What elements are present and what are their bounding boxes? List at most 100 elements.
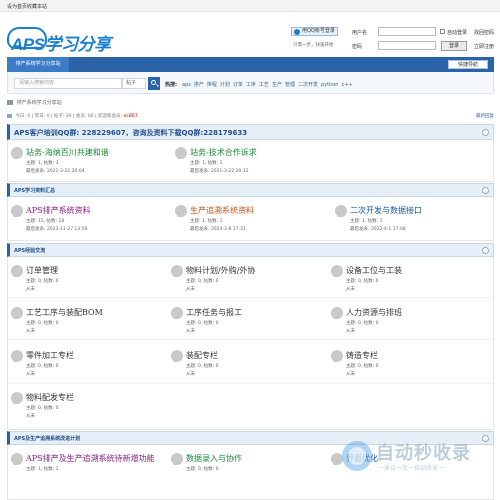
forum-icon <box>175 147 187 159</box>
forum-item[interactable]: 工序任务与报工 主题: 0, 帖数: 0 从未 <box>171 307 331 347</box>
forum-last-post[interactable]: 最后发表: 2021-3-22 20:04 <box>26 168 85 174</box>
hot-word[interactable]: 工序 <box>246 82 256 88</box>
collapse-icon[interactable] <box>482 129 489 136</box>
forum-icon <box>171 265 183 277</box>
forum-icon <box>175 205 187 217</box>
forum-item[interactable]: APS排产及生产追溯系统待新增功能 主题: 1, 帖数: 1 <box>11 453 171 493</box>
forum-item[interactable]: 零件加工专栏 主题: 0, 帖数: 0 从未 <box>11 350 171 390</box>
forum-item[interactable]: 装配专栏 主题: 0, 帖数: 0 从未 <box>171 350 331 390</box>
forum-name[interactable]: 生产追溯系统资料 <box>190 205 254 216</box>
hot-word[interactable]: 订单 <box>233 82 243 88</box>
forum-name[interactable]: 物料配发专栏 <box>26 392 74 403</box>
category-title[interactable]: APS客户培训QQ群: 228229607，咨询及资料下载QQ群:2281796… <box>14 128 247 138</box>
hot-word[interactable]: 管理 <box>285 82 295 88</box>
qq-login-button[interactable]: 用QQ帐号登录 <box>291 27 338 36</box>
forum-last-post[interactable]: 最后发表: 2023-11-27 13:58 <box>26 226 88 232</box>
hot-word[interactable]: 工艺 <box>259 82 269 88</box>
welcome-label: 欢迎新会员: <box>98 114 123 119</box>
forum-name[interactable]: 站务-技术合作诉求 <box>190 147 257 158</box>
hot-word[interactable]: c++ <box>341 82 352 88</box>
forum-last-post[interactable]: 最后发表: 2024-3-8 17:31 <box>190 226 246 232</box>
nav-item-home[interactable]: 排产系统学习分享站 <box>7 57 69 72</box>
hot-search-label: 热搜: <box>165 82 177 88</box>
forum-counts: 主题: 0, 帖数: 0 <box>26 279 59 284</box>
register-link[interactable]: 立即注册 <box>474 43 494 50</box>
forum-last-post: 从未 <box>346 372 355 377</box>
category-title[interactable]: APS经验交流 <box>14 247 45 254</box>
forum-name[interactable]: 物料计划/外购/外协 <box>186 265 255 276</box>
forum-name[interactable]: 人力资源与排班 <box>346 307 402 318</box>
collapse-icon[interactable] <box>482 187 489 194</box>
category-body: APS排产系统资料 主题: 15, 帖数: 18 最后发表: 2023-11-2… <box>7 197 494 241</box>
forum-last-post: 从未 <box>26 287 35 292</box>
forum-last-post[interactable]: 最后发表: 2021-3-22 20:12 <box>190 168 249 174</box>
forum-name[interactable]: 零件加工专栏 <box>26 350 74 361</box>
forum-name[interactable]: 工序任务与报工 <box>186 307 242 318</box>
forum-name[interactable]: 数据录入与协作 <box>186 453 242 464</box>
forum-counts: 主题: 1, 帖数: 1 <box>190 161 223 166</box>
forum-name[interactable]: 订单管理 <box>26 265 58 276</box>
quick-nav-button[interactable]: 快捷导航 <box>448 60 488 69</box>
search-input[interactable]: 请输入搜索内容 <box>14 78 122 89</box>
category-header: APS客户培训QQ群: 228229607，咨询及资料下载QQ群:2281796… <box>7 124 494 140</box>
category-body: 订单管理 主题: 0, 帖数: 0 从未 物料计划/外购/外协 主题: 0, 帖… <box>7 257 494 430</box>
username-input[interactable] <box>378 27 436 36</box>
forum-item[interactable]: 物料计划/外购/外协 主题: 0, 帖数: 0 从未 <box>171 265 331 305</box>
forum-name[interactable]: APS排产系统资料 <box>26 205 91 216</box>
set-home-link[interactable]: 设为首页 <box>7 3 27 10</box>
forum-name[interactable]: 二次开发与数据接口 <box>350 205 422 216</box>
breadcrumb-current[interactable]: 排产系统学习分享站 <box>17 100 62 106</box>
forum-name[interactable]: 铸造专栏 <box>346 350 378 361</box>
forum-item[interactable]: 铸造专栏 主题: 0, 帖数: 0 从未 <box>331 350 491 390</box>
forum-item[interactable]: 工艺工序与装配BOM 主题: 0, 帖数: 0 从未 <box>11 307 171 347</box>
password-input[interactable] <box>378 41 436 50</box>
forum-counts: 主题: 0, 帖数: 0 <box>186 467 219 472</box>
hot-word[interactable]: 生产 <box>272 82 282 88</box>
forum-stats: 今日: 0 | 昨日: 0 | 帖子: 39 | 会员: 66 | 欢迎新会员:… <box>7 113 138 119</box>
latest-reply-link[interactable]: 最新回复 <box>476 113 494 119</box>
forum-name[interactable]: 站务-海纳百川共建和谐 <box>26 147 109 158</box>
forum-item[interactable]: 站务-海纳百川共建和谐 主题: 1, 帖数: 3 最后发表: 2021-3-22… <box>11 147 171 187</box>
forum-item[interactable]: 订单管理 主题: 0, 帖数: 0 从未 <box>11 265 171 305</box>
hot-word[interactable]: 计划 <box>220 82 230 88</box>
forum-last-post: 从未 <box>26 329 35 334</box>
forum-item[interactable]: 站务-技术合作诉求 主题: 1, 帖数: 1 最后发表: 2021-3-22 2… <box>175 147 335 187</box>
forum-item[interactable]: 生产追溯系统资料 主题: 1, 帖数: 1 最后发表: 2024-3-8 17:… <box>175 205 335 245</box>
collapse-icon[interactable] <box>482 247 489 254</box>
forum-item[interactable]: 物料配发专栏 主题: 0, 帖数: 0 从未 <box>11 392 171 432</box>
bookmark-link[interactable]: 收藏本站 <box>27 3 47 10</box>
forum-name[interactable]: APS排产及生产追溯系统待新增功能 <box>26 453 155 464</box>
forum-last-post: 从未 <box>346 287 355 292</box>
forum-item[interactable]: 设备工位与工装 主题: 0, 帖数: 0 从未 <box>331 265 491 305</box>
forum-item[interactable]: 二次开发与数据接口 主题: 1, 帖数: 1 最后发表: 2022-4-1 17… <box>335 205 495 245</box>
forum-counts: 主题: 0, 帖数: 0 <box>26 364 59 369</box>
forum-item[interactable]: 数据录入与协作 主题: 0, 帖数: 0 <box>171 453 331 493</box>
forum-name[interactable]: 设备工位与工装 <box>346 265 402 276</box>
home-icon[interactable] <box>7 100 13 105</box>
hot-word[interactable]: aps <box>182 82 191 88</box>
forum-name[interactable]: 工艺工序与装配BOM <box>26 307 103 318</box>
hot-word[interactable]: 排产 <box>194 82 204 88</box>
search-button[interactable] <box>148 77 160 90</box>
category-title[interactable]: APS学习资料汇总 <box>14 187 55 194</box>
forum-last-post[interactable]: 最后发表: 2022-4-1 17:08 <box>350 226 406 232</box>
auto-login-checkbox[interactable] <box>440 29 445 34</box>
username-label: 用户名 <box>352 30 368 36</box>
hot-search-words: aps 排产 排程 计划 订单 工序 工艺 生产 管理 二次开发 python c++ <box>182 81 356 88</box>
category-title[interactable]: APS及生产追溯系统改进计划 <box>14 435 80 442</box>
logo-text: APS学习分享 <box>11 35 111 54</box>
forum-item[interactable]: APS排产系统资料 主题: 15, 帖数: 18 最后发表: 2023-11-2… <box>11 205 171 245</box>
forum-icon <box>11 350 23 362</box>
login-button[interactable]: 登录 <box>441 41 467 51</box>
hot-word[interactable]: 二次开发 <box>298 82 318 88</box>
forum-item[interactable]: 人力资源与排班 主题: 0, 帖数: 0 从未 <box>331 307 491 347</box>
hot-word[interactable]: python <box>321 82 339 88</box>
find-password-link[interactable]: 找回密码 <box>474 29 494 36</box>
forum-name[interactable]: 装配专栏 <box>186 350 218 361</box>
search-scope-select[interactable]: 帖子 <box>122 78 146 89</box>
newest-member-link[interactable]: ecBR7 <box>123 114 137 119</box>
forum-last-post: 从未 <box>26 372 35 377</box>
forum-counts: 主题: 0, 帖数: 0 <box>186 321 219 326</box>
site-logo[interactable]: APS学习分享 <box>7 27 111 54</box>
hot-word[interactable]: 排程 <box>207 82 217 88</box>
